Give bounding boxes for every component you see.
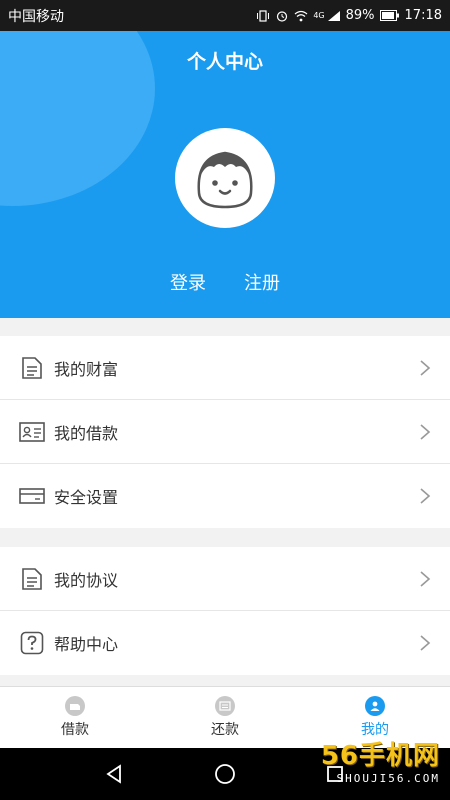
menu-item-label: 我的借款 [54,423,119,443]
watermark: 56手机网 SHOUJI56.COM [321,735,440,785]
menu-group-primary: 我的财富 我的借款 安全设置 [0,336,450,528]
menu-item-my-wealth[interactable]: 我的财富 [0,336,450,400]
page-title: 个人中心 [186,51,263,73]
avatar[interactable] [175,128,275,228]
loan-icon [65,696,85,716]
repay-icon [215,696,235,716]
battery-percent: 89% [345,8,375,23]
wifi-icon [294,10,308,21]
tab-label: 还款 [211,722,239,738]
watermark-url: SHOUJI56.COM [336,772,440,785]
tab-loan[interactable]: 借款 [0,687,150,748]
id-card-icon [19,419,45,445]
document-icon [19,566,45,592]
profile-header: 个人中心 登录 注册 [0,31,450,318]
menu-item-label: 我的协议 [54,570,119,590]
menu-item-my-agreements[interactable]: 我的协议 [0,547,450,611]
alarm-icon [277,10,288,22]
chevron-right-icon [420,488,431,504]
help-icon [19,630,45,656]
vibrate-icon [257,9,270,22]
login-button[interactable]: 登录 [170,269,206,295]
signal-icon [327,10,340,21]
chevron-right-icon [420,359,431,376]
network-type: 4G [313,11,325,20]
watermark-brand: 56手机网 [320,741,440,771]
home-icon[interactable] [211,760,239,788]
menu-item-label: 安全设置 [54,488,119,507]
chevron-right-icon [420,423,431,440]
menu-item-label: 帮助中心 [54,635,119,654]
menu-group-secondary: 我的协议 帮助中心 [0,547,450,675]
menu-item-security-settings[interactable]: 安全设置 [0,464,450,528]
battery-icon [379,10,399,21]
person-icon [365,696,385,716]
auth-links: 登录 注册 [0,269,450,295]
menu-item-my-loans[interactable]: 我的借款 [0,400,450,464]
status-bar: 中国移动 4G 89% 17:18 [0,0,450,31]
menu-item-label: 我的财富 [54,359,119,379]
register-button[interactable]: 注册 [244,269,280,295]
chevron-right-icon [420,570,431,587]
face-avatar-icon [197,151,253,209]
tab-repay[interactable]: 还款 [150,687,300,748]
status-icons: 4G 89% 17:18 [256,8,442,23]
carrier-label: 中国移动 [8,8,64,25]
clock: 17:18 [404,8,442,23]
tab-label: 借款 [61,722,89,738]
document-icon [19,355,45,381]
back-icon[interactable] [101,760,129,788]
menu-item-help-center[interactable]: 帮助中心 [0,611,450,675]
chevron-right-icon [420,635,431,651]
card-icon [19,483,45,509]
